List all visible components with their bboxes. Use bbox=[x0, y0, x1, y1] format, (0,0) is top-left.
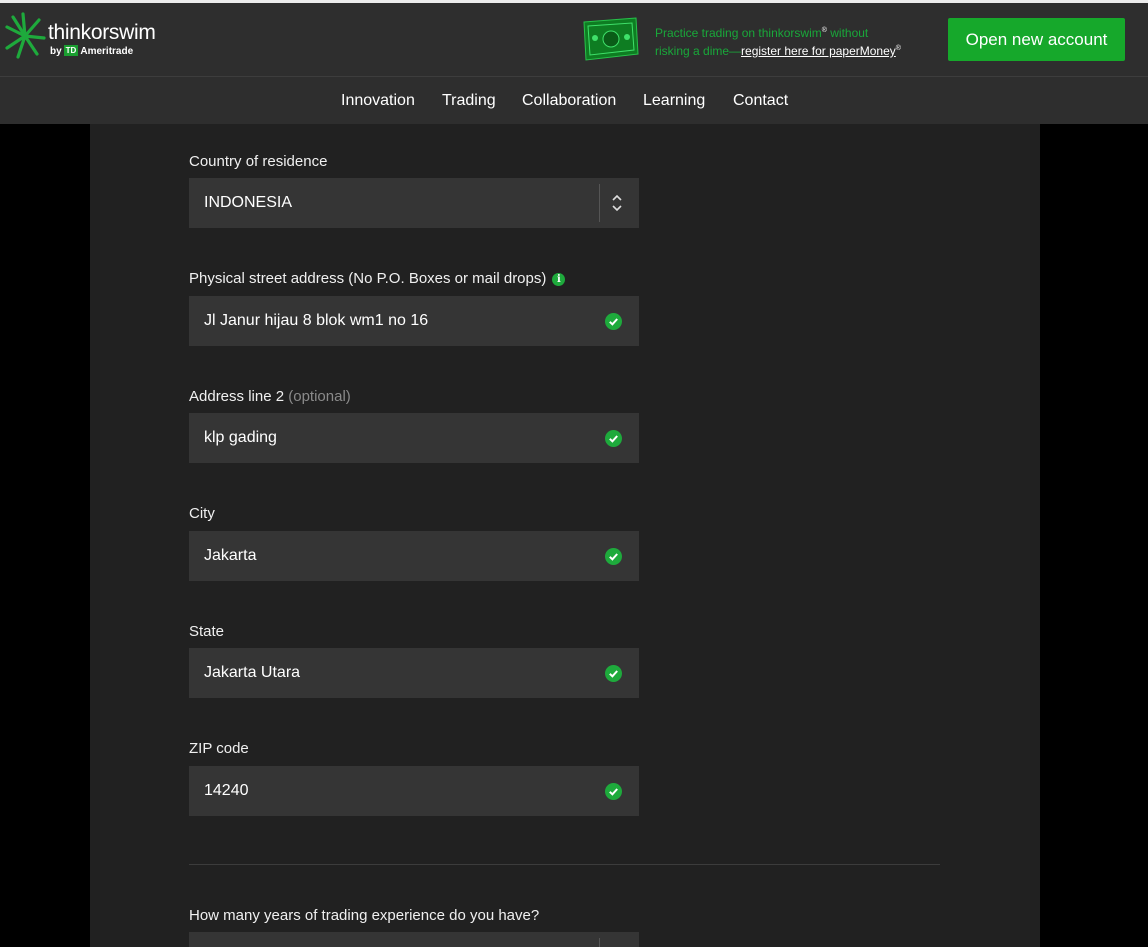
open-new-account-button[interactable]: Open new account bbox=[948, 18, 1125, 61]
country-select[interactable]: INDONESIA bbox=[189, 178, 639, 228]
starburst-logo-icon bbox=[5, 12, 46, 59]
nav-learning[interactable]: Learning bbox=[643, 92, 705, 110]
up-down-chevron-icon bbox=[612, 194, 622, 212]
valid-check-icon bbox=[605, 783, 622, 800]
valid-check-icon bbox=[605, 548, 622, 565]
papermoney-promo: Practice trading on thinkorswim® without… bbox=[655, 26, 901, 58]
country-select-value: INDONESIA bbox=[204, 194, 293, 211]
main-nav: Innovation Trading Collaboration Learnin… bbox=[0, 76, 1148, 124]
state-label: State bbox=[189, 623, 225, 640]
nav-contact[interactable]: Contact bbox=[733, 92, 788, 110]
td-badge: TD bbox=[63, 45, 79, 56]
brand-byline: by TD Ameritrade bbox=[50, 45, 134, 57]
street-address-input[interactable] bbox=[204, 296, 594, 346]
address-line-2-input[interactable] bbox=[204, 413, 594, 463]
valid-check-icon bbox=[605, 430, 622, 447]
zip-code-label: ZIP code bbox=[189, 740, 249, 757]
trading-experience-select[interactable] bbox=[189, 932, 639, 947]
nav-innovation[interactable]: Innovation bbox=[341, 92, 415, 110]
select-divider bbox=[599, 184, 600, 222]
papermoney-register-link[interactable]: register here for paperMoney bbox=[741, 44, 896, 58]
country-label: Country of residence bbox=[189, 153, 328, 170]
state-input[interactable] bbox=[204, 648, 594, 698]
select-divider bbox=[599, 938, 600, 947]
valid-check-icon bbox=[605, 313, 622, 330]
city-input[interactable] bbox=[204, 531, 594, 581]
address-form-panel: Country of residence INDONESIA Physical … bbox=[90, 124, 1040, 947]
zip-code-input[interactable] bbox=[204, 766, 594, 816]
info-icon[interactable]: i bbox=[552, 273, 566, 286]
state-field[interactable] bbox=[189, 648, 639, 698]
section-divider bbox=[189, 864, 940, 865]
nav-collaboration[interactable]: Collaboration bbox=[522, 92, 616, 110]
city-field[interactable] bbox=[189, 531, 639, 581]
brand-name: thinkorswim bbox=[48, 21, 156, 44]
nav-trading[interactable]: Trading bbox=[442, 92, 496, 110]
address-line-2-field[interactable] bbox=[189, 413, 639, 463]
top-header: thinkorswim by TD Ameritrade Practice trad… bbox=[0, 0, 1148, 76]
street-address-field[interactable] bbox=[189, 296, 639, 346]
street-address-label: Physical street address (No P.O. Boxes o… bbox=[189, 270, 566, 287]
thinkorswim-logo[interactable]: thinkorswim by TD Ameritrade bbox=[4, 11, 156, 63]
zip-code-field[interactable] bbox=[189, 766, 639, 816]
dollar-bill-icon bbox=[583, 17, 639, 61]
valid-check-icon bbox=[605, 665, 622, 682]
address-line-2-label: Address line 2 (optional) bbox=[189, 388, 351, 405]
trading-experience-label: How many years of trading experience do … bbox=[189, 907, 540, 924]
city-label: City bbox=[189, 505, 215, 522]
